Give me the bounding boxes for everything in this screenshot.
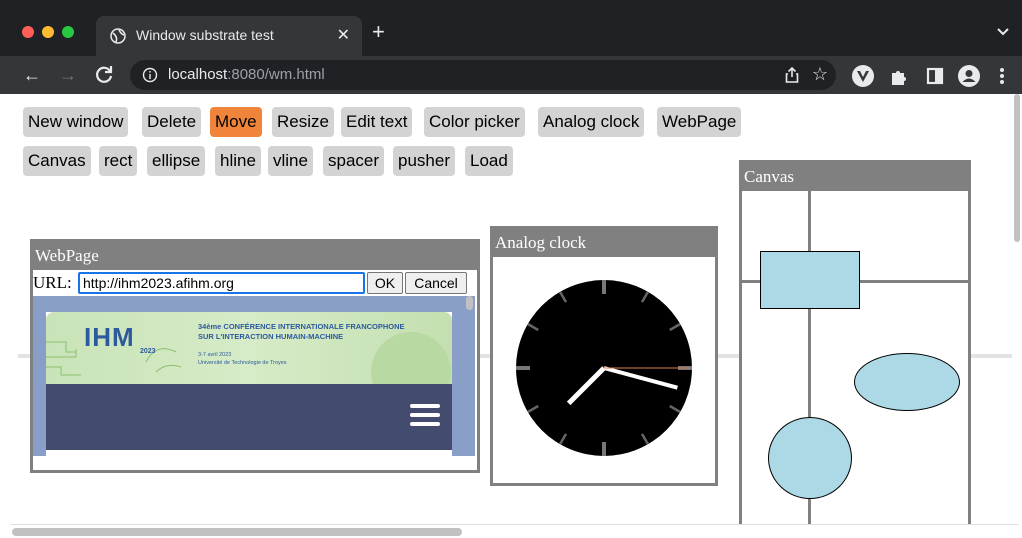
vue-devtools-icon[interactable]: [852, 65, 874, 87]
new-window-button[interactable]: New window: [23, 107, 129, 137]
info-icon[interactable]: [142, 67, 158, 83]
iframe-scrollbar[interactable]: [466, 296, 473, 310]
share-icon[interactable]: [784, 66, 800, 84]
more-menu-icon[interactable]: [996, 65, 1008, 87]
tab-close-icon[interactable]: ✕: [337, 25, 350, 45]
maximize-window-button[interactable]: [62, 26, 74, 38]
ihm-logo: IHM: [84, 322, 135, 352]
canvas-circle[interactable]: [768, 417, 852, 499]
ellipse-button[interactable]: ellipse: [147, 146, 206, 176]
puzzle-icon[interactable]: [888, 65, 910, 87]
delete-button[interactable]: Delete: [142, 107, 202, 137]
url-label: URL:: [33, 273, 72, 292]
canvas-rect[interactable]: [760, 251, 860, 309]
minimize-window-button[interactable]: [42, 26, 54, 38]
browser-tab[interactable]: Window substrate test ✕: [96, 16, 362, 56]
analog-clock-button[interactable]: Analog clock: [538, 107, 645, 137]
page-left-edge: [0, 94, 10, 538]
tab-title: Window substrate test: [136, 27, 274, 43]
back-button[interactable]: ←: [20, 63, 44, 87]
url-text[interactable]: localhost:8080/wm.html: [168, 66, 325, 83]
page-horizontal-scrollbar[interactable]: [10, 524, 1018, 538]
canvas-button[interactable]: Canvas: [23, 146, 91, 176]
page-content: New window Delete Move Resize Edit text …: [10, 94, 1018, 524]
site-venue: Université de Technologie de Troyes: [198, 360, 287, 366]
webpage-window-title[interactable]: WebPage: [33, 242, 477, 270]
forward-button[interactable]: →: [56, 63, 80, 87]
vline-button[interactable]: vline: [268, 146, 313, 176]
ihm-year: 2023: [140, 348, 156, 355]
new-tab-button[interactable]: +: [372, 20, 385, 44]
move-button[interactable]: Move: [210, 107, 262, 137]
vertical-scroll-thumb[interactable]: [1014, 94, 1020, 242]
hamburger-menu-icon[interactable]: [410, 404, 440, 428]
horizontal-scroll-thumb[interactable]: [12, 528, 462, 536]
site-content: IHM 2023 34ème CONFÉRENCE INTERNATIONALE…: [46, 312, 452, 456]
color-picker-button[interactable]: Color picker: [424, 107, 525, 137]
webpage-window[interactable]: WebPage URL: http://ihm2023.afihm.org OK…: [30, 239, 480, 473]
clock-window-title[interactable]: Analog clock: [493, 229, 715, 257]
rect-button[interactable]: rect: [99, 146, 138, 176]
resize-button[interactable]: Resize: [272, 107, 334, 137]
close-window-button[interactable]: [22, 26, 34, 38]
browser-toolbar: ← → localhost:8080/wm.html ☆: [0, 56, 1022, 94]
profile-avatar-icon[interactable]: [958, 65, 980, 87]
chevron-down-icon[interactable]: [996, 24, 1010, 38]
cancel-button[interactable]: Cancel: [405, 272, 467, 294]
pusher-button[interactable]: pusher: [393, 146, 455, 176]
star-icon[interactable]: ☆: [812, 64, 828, 85]
site-headline-1: 34ème CONFÉRENCE INTERNATIONALE FRANCOPH…: [198, 322, 405, 331]
ok-button[interactable]: OK: [367, 272, 403, 294]
site-headline-2: SUR L'INTERACTION HUMAIN-MACHINE: [198, 332, 344, 341]
site-date: 3-7 avril 2023: [198, 352, 232, 358]
site-banner: IHM 2023 34ème CONFÉRENCE INTERNATIONALE…: [46, 312, 452, 384]
canvas-window[interactable]: Canvas: [739, 160, 971, 524]
hline-button[interactable]: hline: [215, 146, 261, 176]
analog-clock-face: [516, 280, 692, 456]
reload-icon[interactable]: [92, 63, 116, 87]
side-panel-icon[interactable]: [924, 65, 946, 87]
webpage-button[interactable]: WebPage: [657, 107, 742, 137]
canvas-window-title[interactable]: Canvas: [742, 163, 968, 191]
url-input[interactable]: http://ihm2023.afihm.org: [78, 272, 365, 294]
site-navbar: [46, 384, 452, 450]
spacer-button[interactable]: spacer: [323, 146, 385, 176]
webpage-iframe[interactable]: IHM 2023 34ème CONFÉRENCE INTERNATIONALE…: [33, 296, 475, 456]
canvas-ellipse[interactable]: [854, 353, 960, 411]
globe-icon: [110, 28, 126, 44]
address-bar[interactable]: localhost:8080/wm.html ☆: [130, 60, 836, 90]
analog-clock-window[interactable]: Analog clock: [490, 226, 718, 486]
page-vertical-scrollbar[interactable]: [1012, 94, 1022, 524]
load-button[interactable]: Load: [465, 146, 513, 176]
browser-titlebar: Window substrate test ✕ +: [0, 0, 1022, 56]
edit-text-button[interactable]: Edit text: [341, 107, 413, 137]
